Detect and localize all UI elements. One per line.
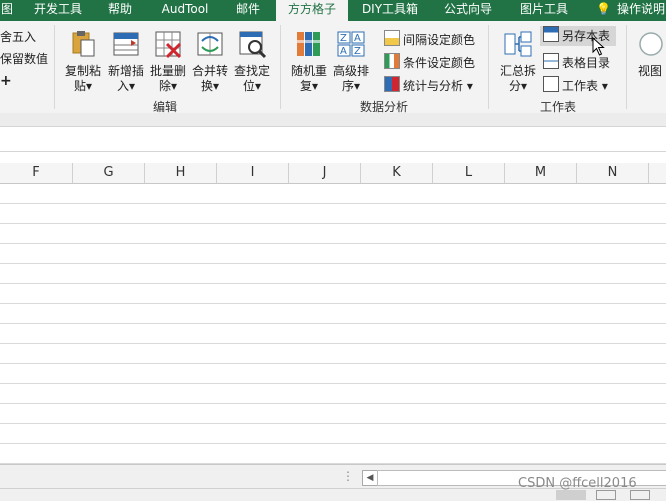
insert-rows-icon — [113, 32, 139, 56]
column-header-n[interactable]: N — [577, 163, 649, 183]
merge-convert-label-2: 换▾ — [200, 79, 220, 93]
view-label: 视图 — [637, 64, 662, 78]
directory-icon — [543, 53, 559, 69]
batch-delete-label-2: 除▾ — [158, 79, 178, 93]
tab-diy-toolbox[interactable]: DIY工具箱 — [354, 0, 426, 21]
tab-formula-wizard[interactable]: 公式向导 — [436, 0, 500, 21]
round-button[interactable]: 舍五入 — [0, 30, 36, 44]
tab-mail[interactable]: 邮件 — [228, 0, 268, 21]
insert-button[interactable]: 新增插 入▾ — [104, 29, 148, 93]
interval-color-label: 间隔设定颜色 — [403, 33, 476, 47]
watermark: CSDN @ffcell2016 — [518, 476, 637, 491]
group-separator — [280, 25, 281, 109]
conditional-color-label: 条件设定颜色 — [403, 56, 476, 70]
random-repeat-label: 随机重 — [290, 64, 327, 78]
find-locate-label-2: 位▾ — [242, 79, 262, 93]
find-locate-label: 查找定 — [233, 64, 270, 78]
column-header-m[interactable]: M — [505, 163, 577, 183]
advanced-sort-label: 高级排 — [332, 64, 369, 78]
statistics-icon — [384, 76, 400, 92]
find-locate-button[interactable]: 查找定 位▾ — [230, 29, 274, 93]
copy-paste-button[interactable]: 复制粘 贴▾ — [62, 29, 104, 93]
batch-delete-button[interactable]: 批量删 除▾ — [146, 29, 190, 93]
statistics-label: 统计与分析 ▾ — [403, 79, 473, 93]
svg-text:Z: Z — [340, 33, 347, 44]
column-header-row: F G H I J K L M N — [0, 163, 666, 184]
normal-view-button[interactable] — [556, 490, 586, 500]
scroll-left-button[interactable]: ◀ — [362, 470, 378, 486]
group-separator — [54, 25, 55, 109]
worksheet-menu-button[interactable]: 工作表 ▾ — [543, 76, 608, 93]
plus-button[interactable]: + — [0, 74, 12, 88]
sheet-directory-label: 表格目录 — [562, 56, 611, 70]
worksheet-menu-label: 工作表 ▾ — [562, 79, 608, 93]
merge-convert-button[interactable]: 合并转 换▾ — [188, 29, 232, 93]
tab-partial[interactable]: 图 — [0, 0, 14, 21]
formula-bar[interactable] — [0, 127, 666, 152]
worksheet-icon — [543, 76, 559, 92]
copy-paste-label-2: 贴▾ — [73, 79, 93, 93]
svg-text:A: A — [354, 33, 361, 44]
svg-text:A: A — [340, 46, 347, 57]
conditional-color-icon — [384, 53, 400, 69]
view-icon — [639, 32, 663, 56]
cell-grid[interactable] — [0, 184, 666, 464]
ribbon-tab-bar: 图 开发工具 帮助 AudTool 邮件 方方格子 DIY工具箱 公式向导 图片… — [0, 0, 666, 21]
merge-convert-icon — [197, 32, 223, 56]
column-header-j[interactable]: J — [289, 163, 361, 183]
random-repeat-label-2: 复▾ — [299, 79, 319, 93]
page-layout-view-button[interactable] — [596, 490, 616, 500]
advanced-sort-button[interactable]: Z A A Z 高级排 序▾ — [330, 29, 372, 93]
copy-paste-label: 复制粘 — [64, 64, 101, 78]
sort-az-icon: Z A A Z — [337, 31, 365, 57]
insert-label: 新增插 — [107, 64, 144, 78]
interval-color-button[interactable]: 间隔设定颜色 — [384, 30, 475, 47]
statistics-analysis-button[interactable]: 统计与分析 ▾ — [384, 76, 473, 93]
conditional-color-button[interactable]: 条件设定颜色 — [384, 53, 475, 70]
random-repeat-icon — [297, 32, 320, 56]
ribbon-collapse-bar — [0, 113, 666, 127]
tab-audtool[interactable]: AudTool — [150, 0, 220, 21]
insert-label-2: 入▾ — [116, 79, 136, 93]
paste-icon — [72, 31, 95, 57]
ribbon: 舍五入 保留数值 + 复制粘 贴▾ 新增插 入▾ 批量删 除▾ 合并转 换▾ 查… — [0, 21, 666, 114]
column-header-i[interactable]: I — [217, 163, 289, 183]
merge-convert-label: 合并转 — [191, 64, 228, 78]
interval-color-icon — [384, 30, 400, 46]
summarize-split-label-2: 分▾ — [508, 79, 528, 93]
summarize-split-label: 汇总拆 — [499, 64, 536, 78]
tab-help[interactable]: 帮助 — [100, 0, 140, 21]
find-locate-icon — [239, 31, 267, 59]
tell-me-box[interactable]: 💡 操作说明 — [592, 0, 666, 21]
column-header-k[interactable]: K — [361, 163, 433, 183]
summarize-split-button[interactable]: 汇总拆 分▾ — [496, 29, 540, 93]
summarize-split-icon — [504, 31, 532, 57]
tab-ffcell[interactable]: 方方格子 — [276, 0, 348, 21]
tell-me-label: 操作说明 — [616, 2, 665, 16]
column-header-h[interactable]: H — [145, 163, 217, 183]
column-header-l[interactable]: L — [433, 163, 505, 183]
page-break-view-button[interactable] — [630, 490, 650, 500]
mouse-cursor-icon — [592, 37, 605, 56]
view-button[interactable]: 视图 — [634, 29, 666, 93]
save-disk-icon — [543, 26, 559, 42]
column-header-f[interactable]: F — [0, 163, 73, 183]
group-separator — [488, 25, 489, 109]
keep-value-button[interactable]: 保留数值 — [0, 52, 48, 66]
batch-delete-label: 批量删 — [149, 64, 186, 78]
lightbulb-icon: 💡 — [596, 2, 611, 16]
column-header-g[interactable]: G — [73, 163, 145, 183]
tab-developer[interactable]: 开发工具 — [22, 0, 94, 21]
random-repeat-button[interactable]: 随机重 复▾ — [288, 29, 330, 93]
tab-picture-tools[interactable]: 图片工具 — [512, 0, 576, 21]
delete-grid-icon — [155, 31, 182, 59]
advanced-sort-label-2: 序▾ — [341, 79, 361, 93]
group-separator — [626, 25, 627, 109]
svg-text:Z: Z — [354, 46, 361, 57]
splitter-handle-icon[interactable]: ⋮ — [342, 469, 354, 483]
